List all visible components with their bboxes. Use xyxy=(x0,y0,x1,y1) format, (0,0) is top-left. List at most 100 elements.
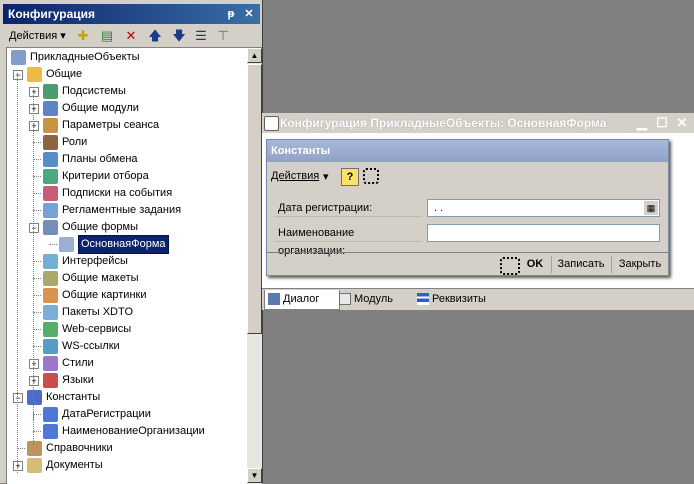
delete-icon[interactable]: ✕ xyxy=(123,28,139,44)
date-field[interactable]: . . xyxy=(427,199,660,217)
expand-icon[interactable]: + xyxy=(13,461,23,471)
tree-connector xyxy=(33,210,41,211)
collapse-icon[interactable]: − xyxy=(29,223,39,233)
expand-icon[interactable]: + xyxy=(29,376,39,386)
expand-icon[interactable]: + xyxy=(29,359,39,369)
maximize-icon[interactable]: ☐ xyxy=(654,115,670,131)
modules-icon xyxy=(43,101,58,116)
tree-node-label: Пакеты XDTO xyxy=(62,306,134,318)
filter-icon[interactable]: ⊤ xyxy=(215,28,231,44)
tree-node[interactable]: Справочники xyxy=(7,440,247,457)
tree-connector xyxy=(17,448,25,449)
help-icon[interactable]: ? xyxy=(341,168,359,186)
tab-module[interactable]: Модуль xyxy=(336,290,416,309)
tree-node[interactable]: Роли xyxy=(7,134,247,151)
configuration-tree[interactable]: ПрикладныеОбъекты − Общие + Подсистемы + Общие… xyxy=(6,47,249,484)
default-button-icon[interactable] xyxy=(363,168,379,184)
tree-node[interactable]: − Общие формы xyxy=(7,219,247,236)
chevron-down-icon[interactable]: ▾ xyxy=(323,170,329,183)
tree-node[interactable]: + Стили xyxy=(7,355,247,372)
tree-node[interactable]: Критерии отбора xyxy=(7,168,247,185)
tree-node[interactable]: Регламентные задания xyxy=(7,202,247,219)
close-icon[interactable]: ✕ xyxy=(241,6,257,22)
xdto-icon xyxy=(43,305,58,320)
calendar-icon[interactable]: ▦ xyxy=(644,201,658,215)
tree-connector xyxy=(33,261,41,262)
tree-node-label: Справочники xyxy=(46,442,113,454)
languages-icon xyxy=(43,373,58,388)
field-row-date: Дата регистрации: . . ▦ xyxy=(274,199,660,217)
tree-node[interactable]: WS-ссылки xyxy=(7,338,247,355)
tree-node[interactable]: ПрикладныеОбъекты xyxy=(7,49,247,66)
minimize-icon[interactable]: ▁ xyxy=(634,115,650,131)
scrollbar-thumb[interactable] xyxy=(247,64,262,334)
tree-node[interactable]: НаименованиеОрганизации xyxy=(7,423,247,440)
tree-node[interactable]: ДатаРегистрации xyxy=(7,406,247,423)
jobs-icon xyxy=(43,203,58,218)
tree-node[interactable]: + Документы xyxy=(7,457,247,474)
configuration-toolbar: Действия ▾ ✚ ▤ ✕ 🡅 🡇 ☰ ⊤ xyxy=(3,25,260,47)
dialog-titlebar: Константы xyxy=(267,140,668,162)
tree-node[interactable]: Подписки на события xyxy=(7,185,247,202)
date-label: Дата регистрации: xyxy=(274,199,422,217)
scroll-up-icon[interactable]: ▲ xyxy=(247,48,262,63)
subsystems-icon xyxy=(43,84,58,99)
form-editor-titlebar[interactable]: Конфигурация ПрикладныеОбъекты: Основная… xyxy=(262,113,694,133)
tree-node[interactable]: Web-сервисы xyxy=(7,321,247,338)
dialog-title: Константы xyxy=(271,145,331,157)
tree-connector xyxy=(33,176,41,177)
configuration-panel: Конфигурация ᵽ ✕ Действия ▾ ✚ ▤ ✕ 🡅 🡇 ☰ … xyxy=(0,0,263,484)
configuration-panel-titlebar[interactable]: Конфигурация ᵽ ✕ xyxy=(3,4,260,24)
add-icon[interactable]: ✚ xyxy=(75,28,91,44)
dialog-actions-menu[interactable]: Действия xyxy=(271,170,319,182)
move-down-icon[interactable]: 🡇 xyxy=(171,28,187,44)
org-name-field[interactable] xyxy=(427,224,660,242)
tree-node[interactable]: − Общие xyxy=(7,66,247,83)
attributes-tab-icon xyxy=(417,293,429,305)
module-tab-icon xyxy=(339,293,351,305)
tree-connector xyxy=(33,414,41,415)
tree-node[interactable]: + Языки xyxy=(7,372,247,389)
scroll-down-icon[interactable]: ▼ xyxy=(247,468,262,483)
tree-node[interactable]: Планы обмена xyxy=(7,151,247,168)
collapse-icon[interactable]: − xyxy=(13,393,23,403)
tree-node[interactable]: ОсновнаяФорма xyxy=(7,235,247,254)
expand-icon[interactable]: + xyxy=(29,87,39,97)
tab-attributes-label: Реквизиты xyxy=(432,293,486,305)
add-child-icon[interactable]: ▤ xyxy=(99,28,115,44)
form-icon xyxy=(59,237,74,252)
tree-node[interactable]: + Параметры сеанса xyxy=(7,117,247,134)
tree-scrollbar[interactable]: ▲ ▼ xyxy=(247,47,262,484)
pin-icon[interactable]: ᵽ xyxy=(223,6,239,22)
common-icon xyxy=(27,67,42,82)
tree-node[interactable]: − Константы xyxy=(7,389,247,406)
org-name-label: Наименование организации: xyxy=(274,224,422,257)
write-button[interactable]: Записать xyxy=(551,256,610,273)
tree-node[interactable]: Общие макеты xyxy=(7,270,247,287)
tree-node-label: ДатаРегистрации xyxy=(62,408,151,420)
tree-connector xyxy=(49,244,57,245)
window-close-icon[interactable]: ✕ xyxy=(674,115,690,131)
tree-node[interactable]: Общие картинки xyxy=(7,287,247,304)
tree-node-label: Подписки на события xyxy=(62,187,173,199)
sort-icon[interactable]: ☰ xyxy=(193,28,209,44)
session-icon xyxy=(43,118,58,133)
expand-icon[interactable]: + xyxy=(29,121,39,131)
close-button[interactable]: Закрыть xyxy=(611,256,668,273)
expand-icon[interactable]: + xyxy=(29,104,39,114)
tree-node[interactable]: Интерфейсы xyxy=(7,253,247,270)
tab-dialog[interactable]: Диалог xyxy=(264,290,340,310)
tree-connector xyxy=(33,142,41,143)
tab-attributes[interactable]: Реквизиты xyxy=(414,290,512,309)
tree-node-label: Регламентные задания xyxy=(62,204,182,216)
tree-node-label: Общие формы xyxy=(62,221,138,233)
actions-menu[interactable]: Действия ▾ xyxy=(9,29,66,42)
tree-node[interactable]: Пакеты XDTO xyxy=(7,304,247,321)
collapse-icon[interactable]: − xyxy=(13,70,23,80)
ok-button[interactable]: OK xyxy=(521,256,549,273)
move-up-icon[interactable]: 🡅 xyxy=(147,28,163,44)
tree-node[interactable]: + Общие модули xyxy=(7,100,247,117)
tree-node[interactable]: + Подсистемы xyxy=(7,83,247,100)
default-action-icon xyxy=(500,257,520,275)
constants-dialog: Константы Действия ▾ ? Дата регистрации:… xyxy=(266,139,669,276)
